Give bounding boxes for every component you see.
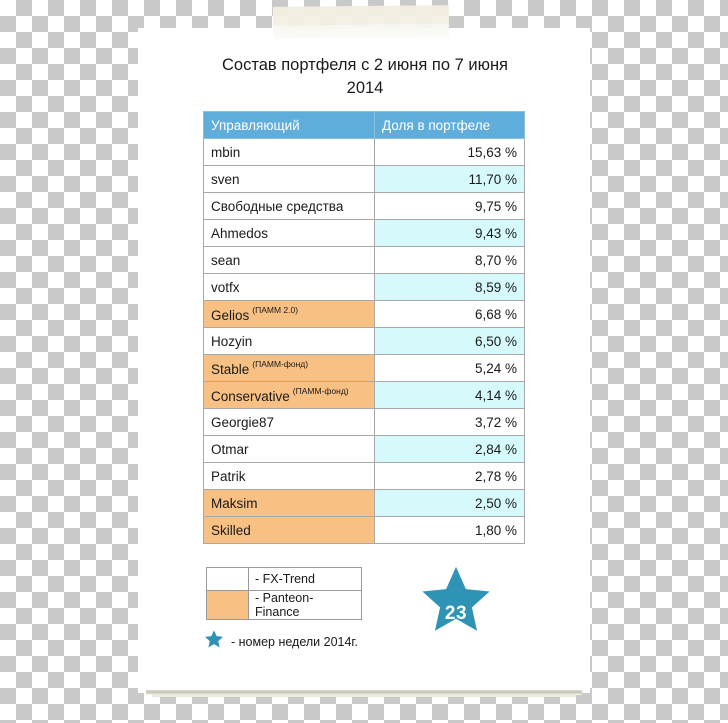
table-row: Maksim 2,50 %: [203, 489, 525, 517]
week-number-label: 23: [444, 603, 468, 624]
legend-row: - FX-Trend: [206, 567, 362, 591]
cell-manager-name: Ahmedos: [203, 219, 375, 247]
cell-share-value: 8,70 %: [374, 246, 525, 274]
cell-manager-name: Skilled: [203, 516, 375, 544]
cell-manager-name: sean: [203, 246, 375, 274]
cell-share-value: 1,80 %: [374, 516, 525, 544]
legend-color-swatch: [206, 567, 249, 591]
page-title-line-1: Состав портфеля с 2 июня по 7 июня: [222, 56, 508, 74]
table-row: votfx 8,59 %: [203, 273, 525, 301]
cell-manager-name: Otmar: [203, 435, 375, 463]
manager-name-label: sean: [211, 252, 241, 268]
column-header-manager: Управляющий: [203, 111, 375, 139]
cell-manager-name: Conservative (ПАММ-фонд): [203, 381, 375, 409]
manager-name-label: Stable: [211, 362, 250, 377]
manager-name-label: sven: [211, 171, 240, 187]
legend-label: - Panteon-Finance: [248, 590, 362, 620]
manager-name-label: Maksim: [211, 495, 258, 511]
page-title-line-2: 2014: [346, 79, 384, 97]
table-row: Georgie87 3,72 %: [203, 408, 525, 436]
table-header-row: Управляющий Доля в портфеле: [203, 111, 525, 139]
cell-share-value: 9,75 %: [374, 192, 525, 220]
table-row: Skilled 1,80 %: [203, 516, 525, 544]
cell-share-value: 2,50 %: [374, 489, 525, 517]
cell-manager-name: Свободные средства: [203, 192, 375, 220]
table-row: mbin 15,63 %: [203, 138, 525, 166]
cell-share-value: 11,70 %: [374, 165, 525, 193]
cell-share-value: 6,50 %: [374, 327, 525, 355]
week-star-note: - номер недели 2014г.: [204, 629, 358, 654]
table-row: sean 8,70 %: [203, 246, 525, 274]
table-row: Ahmedos 9,43 %: [203, 219, 525, 247]
manager-name-label: Patrik: [211, 468, 246, 484]
cell-manager-name: sven: [203, 165, 375, 193]
manager-name-label: Ahmedos: [211, 225, 269, 241]
manager-name-label: Gelios: [211, 308, 250, 323]
cell-share-value: 15,63 %: [374, 138, 525, 166]
star-icon: [204, 629, 224, 654]
table-row: Stable (ПАММ-фонд) 5,24 %: [203, 354, 525, 382]
table-row: Patrik 2,78 %: [203, 462, 525, 490]
cell-share-value: 5,24 %: [374, 354, 525, 382]
cell-manager-name: Maksim: [203, 489, 375, 517]
cell-manager-name: Stable (ПАММ-фонд): [203, 354, 375, 382]
portfolio-table: Управляющий Доля в портфеле mbin 15,63 % s…: [203, 111, 525, 544]
legend-color-swatch: [206, 590, 249, 620]
cell-manager-name: Gelios (ПАММ 2.0): [203, 300, 375, 328]
manager-name-label: Conservative: [211, 389, 290, 404]
week-star-note-label: - номер недели 2014г.: [231, 634, 358, 649]
cell-share-value: 6,68 %: [374, 300, 525, 328]
manager-name-label: Otmar: [211, 441, 249, 457]
manager-name-label: Hozyin: [211, 333, 253, 349]
manager-annotation-label: (ПАММ-фонд): [252, 359, 309, 369]
page-title: Состав портфеля с 2 июня по 7 июня 2014: [160, 54, 570, 100]
cell-share-value: 2,78 %: [374, 462, 525, 490]
cell-manager-name: votfx: [203, 273, 375, 301]
manager-annotation-label: (ПАММ 2.0): [252, 305, 299, 315]
portfolio-table-container: Управляющий Доля в портфеле mbin 15,63 % s…: [203, 111, 525, 544]
table-row: Conservative (ПАММ-фонд) 4,14 %: [203, 381, 525, 409]
portfolio-table-body: mbin 15,63 % sven 11,70 % Свободные средства…: [203, 138, 525, 544]
table-row: Свободные средства 9,75 %: [203, 192, 525, 220]
cell-manager-name: Patrik: [203, 462, 375, 490]
manager-annotation-label: (ПАММ-фонд): [292, 386, 349, 396]
cell-share-value: 4,14 %: [374, 381, 525, 409]
paper-bottom-edge-inner: [152, 694, 576, 697]
cell-manager-name: Hozyin: [203, 327, 375, 355]
cell-share-value: 2,84 %: [374, 435, 525, 463]
cell-share-value: 3,72 %: [374, 408, 525, 436]
cell-share-value: 8,59 %: [374, 273, 525, 301]
table-row: Hozyin 6,50 %: [203, 327, 525, 355]
legend-box: - FX-Trend - Panteon-Finance: [206, 567, 362, 620]
cell-share-value: 9,43 %: [374, 219, 525, 247]
table-row: Otmar 2,84 %: [203, 435, 525, 463]
manager-name-label: Georgie87: [211, 414, 275, 430]
manager-name-label: mbin: [211, 144, 241, 160]
table-row: Gelios (ПАММ 2.0) 6,68 %: [203, 300, 525, 328]
legend-label: - FX-Trend: [248, 567, 362, 591]
masking-tape: [272, 5, 450, 39]
table-row: sven 11,70 %: [203, 165, 525, 193]
manager-name-label: Skilled: [211, 522, 251, 538]
week-number-badge: 23: [419, 563, 493, 635]
legend-row: - Panteon-Finance: [206, 590, 362, 620]
cell-manager-name: mbin: [203, 138, 375, 166]
column-header-share: Доля в портфеле: [374, 111, 525, 139]
cell-manager-name: Georgie87: [203, 408, 375, 436]
manager-name-label: votfx: [211, 279, 240, 295]
manager-name-label: Свободные средства: [211, 198, 344, 214]
